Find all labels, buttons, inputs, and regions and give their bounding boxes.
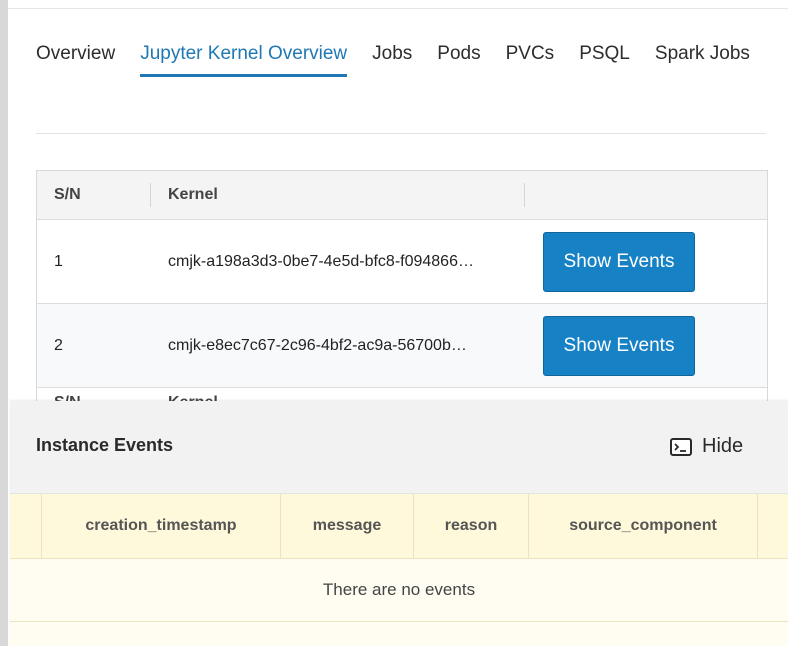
column-message[interactable]: message xyxy=(280,494,413,558)
row-action-cell: Show Events xyxy=(543,220,743,303)
tab-spark-jobs[interactable]: Spark Jobs xyxy=(655,42,750,77)
show-events-button[interactable]: Show Events xyxy=(543,315,695,376)
tab-overview[interactable]: Overview xyxy=(36,42,115,77)
column-creation-timestamp[interactable]: creation_timestamp xyxy=(41,494,280,558)
show-events-button[interactable]: Show Events xyxy=(543,231,695,292)
row-kernel-name: cmjk-a198a3d3-0be7-4e5d-bfc8-f094866… xyxy=(168,252,474,270)
column-reason[interactable]: reason xyxy=(413,494,528,558)
row-action-cell: Show Events xyxy=(543,304,743,387)
header-separator xyxy=(150,183,151,207)
column-source-component[interactable]: source_component xyxy=(528,494,757,558)
events-panel-header: Instance Events Hide xyxy=(10,401,788,494)
events-table-header: creation_timestamp message reason source… xyxy=(10,494,788,559)
header-kernel: Kernel xyxy=(168,186,218,203)
table-row: 1 cmjk-a198a3d3-0be7-4e5d-bfc8-f094866… … xyxy=(37,220,767,304)
tab-psql[interactable]: PSQL xyxy=(579,42,630,77)
column-overflow xyxy=(757,494,788,558)
instance-events-panel: Instance Events Hide creation_timestamp … xyxy=(10,401,788,646)
header-separator xyxy=(524,183,525,207)
tab-jupyter-kernel-overview[interactable]: Jupyter Kernel Overview xyxy=(140,42,348,77)
tab-pods[interactable]: Pods xyxy=(437,42,480,77)
row-kernel-name: cmjk-e8ec7c67-2c96-4bf2-ac9a-56700b… xyxy=(168,336,467,354)
terminal-icon xyxy=(670,437,692,456)
events-empty-message: There are no events xyxy=(10,559,788,622)
tab-pvcs[interactable]: PVCs xyxy=(506,42,555,77)
tab-jobs[interactable]: Jobs xyxy=(372,42,412,77)
events-panel-title: Instance Events xyxy=(36,435,174,455)
hide-events-button[interactable]: Hide xyxy=(670,435,743,458)
kernel-table-header: S/N Kernel xyxy=(37,171,767,220)
tabs-divider xyxy=(36,133,766,134)
top-divider xyxy=(8,8,788,9)
row-sn: 1 xyxy=(54,252,63,270)
kernel-table: S/N Kernel 1 cmjk-a198a3d3-0be7-4e5d-bfc… xyxy=(36,170,768,388)
row-sn: 2 xyxy=(54,336,63,354)
tab-bar: Overview Jupyter Kernel Overview Jobs Pods P… xyxy=(36,42,788,82)
table-row: 2 cmjk-e8ec7c67-2c96-4bf2-ac9a-56700b… S… xyxy=(37,304,767,388)
header-sn: S/N xyxy=(54,186,81,203)
left-rail xyxy=(0,0,8,646)
hide-label: Hide xyxy=(702,435,744,457)
